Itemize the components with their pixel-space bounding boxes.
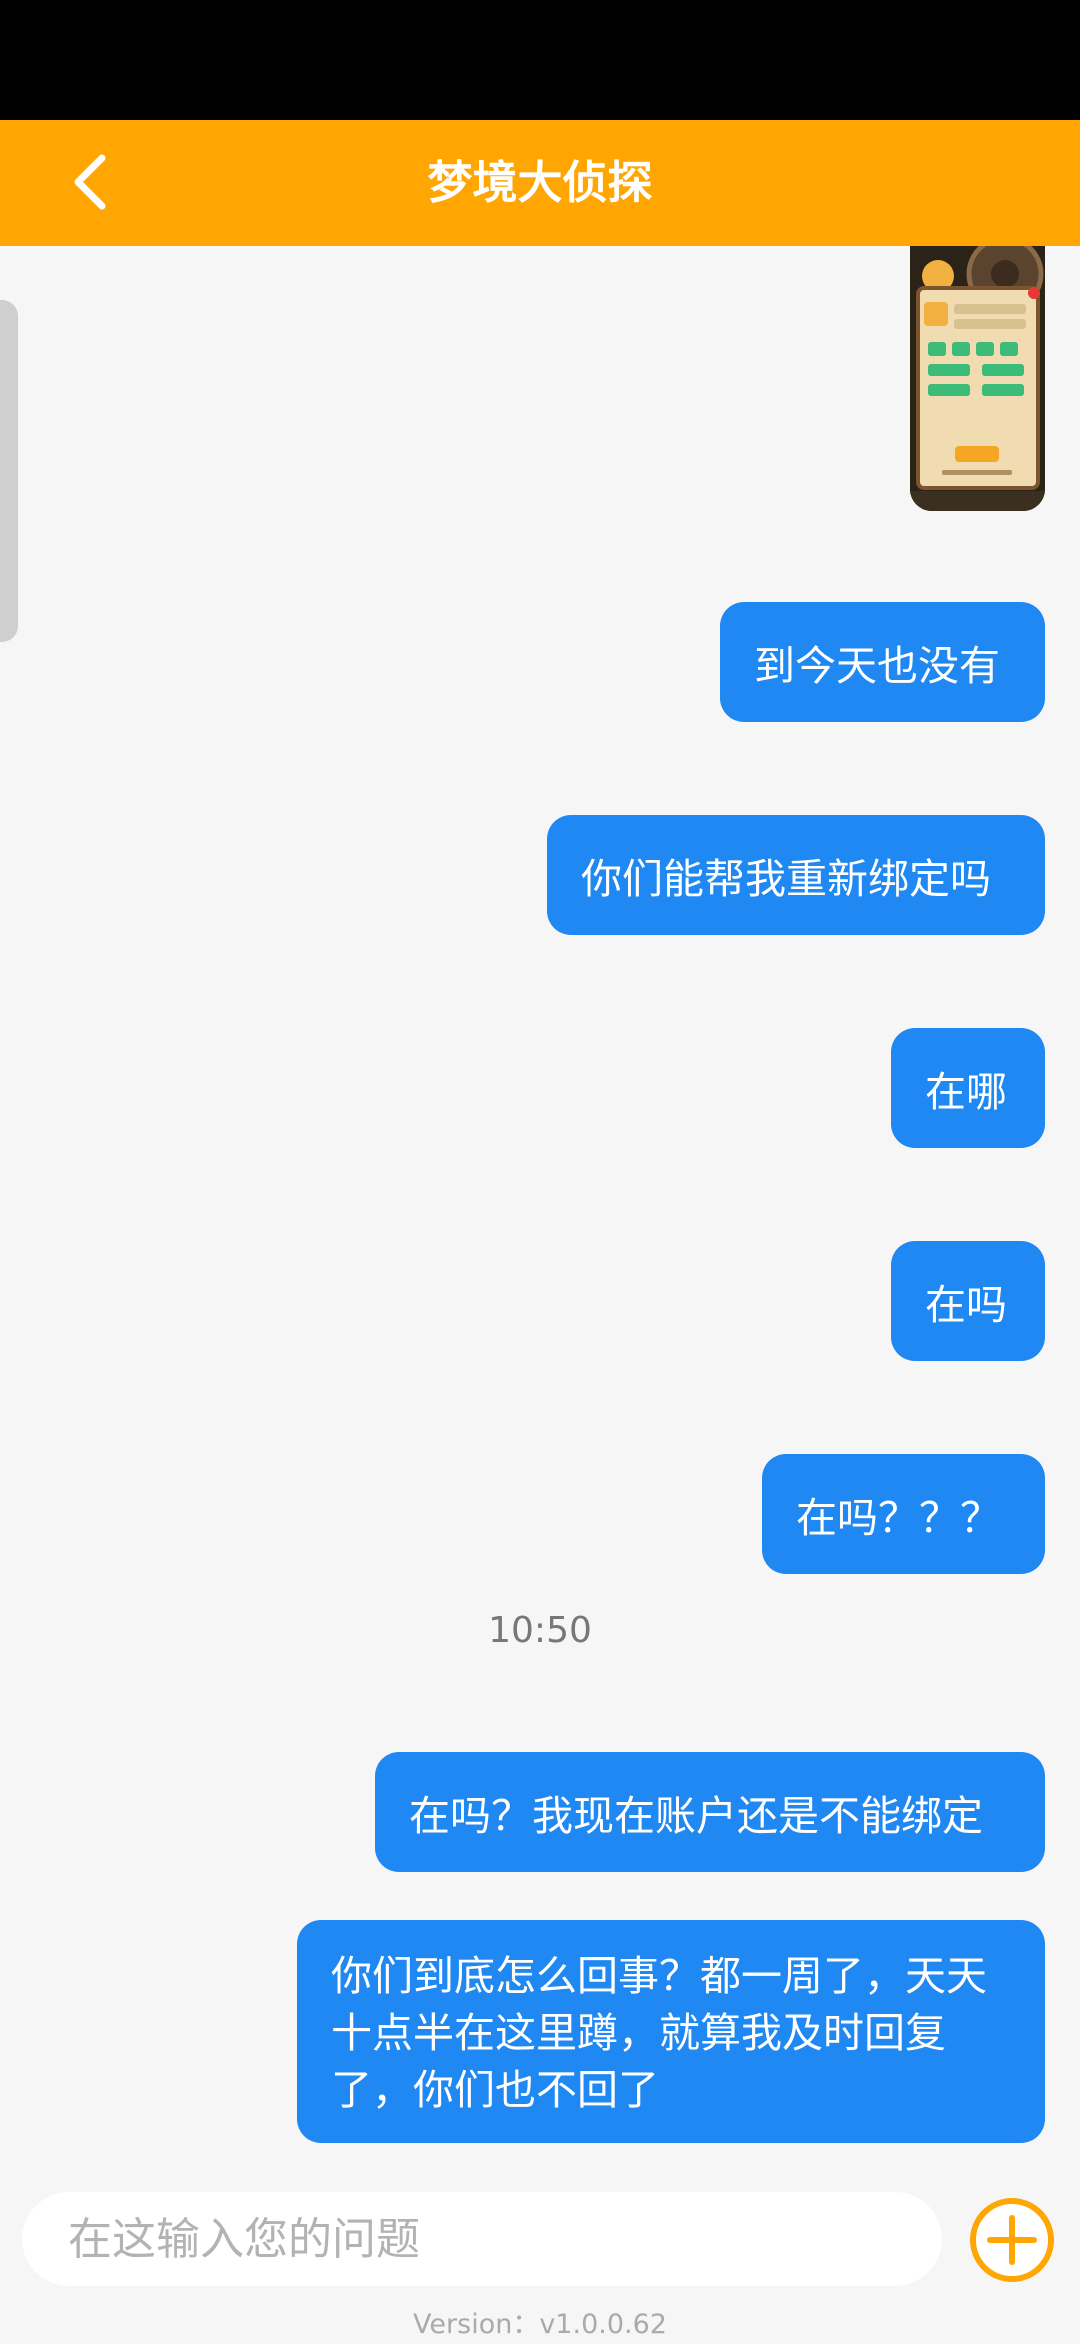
message-text: 在哪 bbox=[925, 1068, 1007, 1116]
plus-circle-icon bbox=[970, 2198, 1054, 2282]
page-title: 梦境大侦探 bbox=[427, 156, 653, 209]
game-screenshot-thumbnail bbox=[910, 246, 1045, 511]
version-label: Version：v1.0.0.62 bbox=[413, 2309, 667, 2340]
message-text: 在吗？我现在账户还是不能绑定 bbox=[409, 1792, 983, 1840]
header-bar: 梦境大侦探 bbox=[0, 120, 1080, 246]
message-bubble[interactable]: 在哪 bbox=[891, 1028, 1045, 1148]
back-button[interactable] bbox=[50, 142, 130, 222]
side-drawer-handle[interactable] bbox=[0, 300, 18, 642]
status-bar bbox=[0, 0, 1080, 120]
question-input[interactable] bbox=[22, 2192, 942, 2286]
message-text: 你们能帮我重新绑定吗 bbox=[581, 855, 991, 903]
add-attachment-button[interactable] bbox=[968, 2196, 1056, 2284]
message-bubble[interactable]: 在吗？我现在账户还是不能绑定 bbox=[375, 1752, 1045, 1872]
message-text: 在吗？？？ bbox=[796, 1494, 1001, 1542]
message-timestamp: 10:50 bbox=[488, 1610, 592, 1651]
message-bubble[interactable]: 你们能帮我重新绑定吗 bbox=[547, 815, 1045, 935]
chevron-left-icon bbox=[74, 154, 106, 210]
message-text: 到今天也没有 bbox=[754, 642, 1000, 690]
message-bubble[interactable]: 在吗 bbox=[891, 1241, 1045, 1361]
message-bubble[interactable]: 到今天也没有 bbox=[720, 602, 1045, 722]
message-text: 你们到底怎么回事？都一周了，天天十点半在这里蹲，就算我及时回复了，你们也不回了 bbox=[331, 1952, 987, 2114]
message-bubble[interactable]: 在吗？？？ bbox=[762, 1454, 1045, 1574]
message-bubble[interactable]: 你们到底怎么回事？都一周了，天天十点半在这里蹲，就算我及时回复了，你们也不回了 bbox=[297, 1920, 1045, 2143]
message-text: 在吗 bbox=[925, 1281, 1007, 1329]
image-message[interactable] bbox=[910, 246, 1045, 511]
